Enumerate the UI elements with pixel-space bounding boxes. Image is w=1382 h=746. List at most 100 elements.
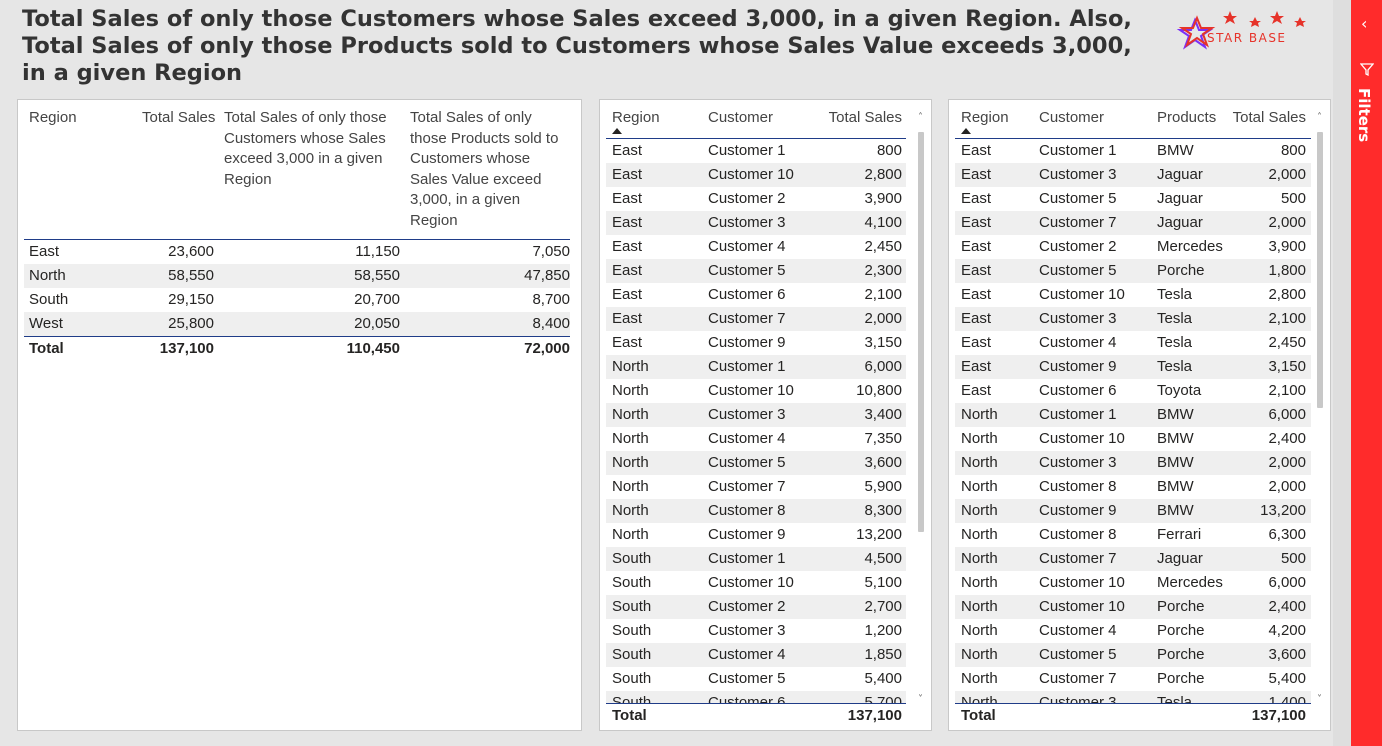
table-cell: Customer 6 bbox=[1039, 382, 1117, 399]
table-cell: 8,700 bbox=[532, 291, 570, 308]
total-cell: Total bbox=[612, 707, 647, 724]
total-cell: 110,450 bbox=[346, 340, 400, 357]
scroll-down-icon[interactable]: ˅ bbox=[1317, 694, 1322, 705]
table-cell: 2,000 bbox=[1268, 454, 1306, 471]
total-cell: Total bbox=[961, 707, 996, 724]
total-divider bbox=[606, 703, 906, 704]
table-cell: 5,100 bbox=[864, 574, 902, 591]
table-cell: East bbox=[961, 358, 992, 375]
table-cell: 2,000 bbox=[1268, 478, 1306, 495]
table-cell: North bbox=[612, 382, 649, 399]
table-cell: East bbox=[612, 142, 643, 159]
table-cell: North bbox=[961, 406, 998, 423]
table-cell: East bbox=[961, 190, 992, 207]
scroll-down-icon[interactable]: ˅ bbox=[918, 694, 923, 705]
table-cell: Customer 5 bbox=[1039, 646, 1117, 663]
table-cell: 58,550 bbox=[354, 267, 400, 284]
filters-label[interactable]: Filters bbox=[1355, 88, 1373, 142]
table-cell: 1,800 bbox=[1268, 262, 1306, 279]
scroll-up-icon[interactable]: ˄ bbox=[918, 112, 923, 123]
table-cell: Customer 10 bbox=[1039, 598, 1125, 615]
column-header[interactable]: Region bbox=[612, 108, 692, 128]
table-cell: 58,550 bbox=[168, 267, 214, 284]
svg-text:STAR BASE: STAR BASE bbox=[1207, 31, 1287, 45]
table-cell: 800 bbox=[876, 142, 902, 159]
product-sales-table[interactable]: Region Customer Products Total Sales East Cus… bbox=[948, 99, 1331, 731]
table-cell: 5,900 bbox=[864, 478, 902, 495]
table-cell: 4,500 bbox=[864, 550, 902, 567]
scrollbar-thumb[interactable] bbox=[1317, 132, 1323, 408]
table-cell: East bbox=[612, 238, 643, 255]
column-header[interactable]: Total Sales bbox=[1219, 108, 1306, 128]
table-cell: Customer 5 bbox=[1039, 262, 1117, 279]
column-header[interactable]: Total Sales of only those Products sold … bbox=[410, 108, 570, 231]
table-cell: 2,100 bbox=[1268, 310, 1306, 327]
table-cell: 2,400 bbox=[1268, 430, 1306, 447]
chevron-left-icon[interactable]: ‹ bbox=[1361, 14, 1367, 33]
table-cell: 5,700 bbox=[864, 694, 902, 703]
table-cell: Customer 3 bbox=[1039, 166, 1117, 183]
table-cell: East bbox=[961, 238, 992, 255]
column-header[interactable]: Total Sales of only those Customers whos… bbox=[224, 108, 400, 190]
total-cell: 137,100 bbox=[159, 340, 214, 357]
table-cell: 3,150 bbox=[1268, 358, 1306, 375]
table-cell: 2,800 bbox=[864, 166, 902, 183]
table-cell: Customer 1 bbox=[1039, 142, 1117, 159]
table-cell: 3,900 bbox=[864, 190, 902, 207]
page-title: Total Sales of only those Customers whos… bbox=[22, 6, 1132, 86]
table-cell: North bbox=[29, 267, 66, 284]
table-cell: 29,150 bbox=[168, 291, 214, 308]
column-header[interactable]: Region bbox=[29, 108, 129, 128]
summary-table[interactable]: Region Total Sales Total Sales of only tho… bbox=[17, 99, 582, 731]
table-cell: 20,050 bbox=[354, 315, 400, 332]
table-cell: South bbox=[612, 550, 652, 567]
column-header[interactable]: Customer bbox=[1039, 108, 1149, 128]
table-cell: East bbox=[612, 262, 643, 279]
table-cell: East bbox=[612, 190, 643, 207]
table-cell: North bbox=[961, 598, 998, 615]
total-divider bbox=[24, 336, 570, 337]
total-cell: 137,100 bbox=[1251, 707, 1306, 724]
star-base-logo: STAR BASE bbox=[1175, 8, 1315, 58]
table-cell: North bbox=[612, 406, 649, 423]
table-cell: 47,850 bbox=[524, 267, 570, 284]
table-cell: South bbox=[612, 646, 652, 663]
column-header[interactable]: Total Sales bbox=[800, 108, 902, 128]
page-scroll-gutter bbox=[1333, 0, 1351, 746]
table-cell: South bbox=[612, 598, 652, 615]
scroll-up-icon[interactable]: ˄ bbox=[1317, 112, 1322, 123]
table-cell: Customer 7 bbox=[1039, 550, 1117, 567]
scrollbar-thumb[interactable] bbox=[918, 132, 924, 532]
table-cell: West bbox=[29, 315, 63, 332]
table-cell: North bbox=[961, 502, 998, 519]
sort-ascending-icon[interactable] bbox=[961, 128, 971, 134]
table-cell: North bbox=[612, 502, 649, 519]
table-cell: East bbox=[612, 310, 643, 327]
table-cell: North bbox=[961, 694, 998, 703]
table-cell: Customer 3 bbox=[1039, 454, 1117, 471]
sort-ascending-icon[interactable] bbox=[612, 128, 622, 134]
table-cell: Customer 10 bbox=[1039, 430, 1125, 447]
table-cell: 7,050 bbox=[532, 243, 570, 260]
table-cell: North bbox=[961, 454, 998, 471]
total-cell: 137,100 bbox=[847, 707, 902, 724]
table-cell: Customer 10 bbox=[1039, 286, 1125, 303]
table-cell: East bbox=[961, 382, 992, 399]
table-cell: 8,300 bbox=[864, 502, 902, 519]
table-cell: Customer 3 bbox=[1039, 694, 1117, 703]
table-cell: Customer 4 bbox=[1039, 334, 1117, 351]
table-cell: 3,900 bbox=[1268, 238, 1306, 255]
table-cell: North bbox=[612, 430, 649, 447]
table-cell: East bbox=[961, 262, 992, 279]
table-cell: North bbox=[961, 526, 998, 543]
filters-pane[interactable]: ‹ Filters bbox=[1351, 0, 1382, 746]
column-header[interactable]: Total Sales bbox=[142, 108, 222, 128]
total-cell: Total bbox=[29, 340, 64, 357]
customer-sales-table[interactable]: Region Customer Total Sales East Customer 18… bbox=[599, 99, 932, 731]
table-body: East Customer 1 800 East Customer 10 2,800 Eas… bbox=[600, 139, 920, 703]
table-cell: 2,300 bbox=[864, 262, 902, 279]
table-cell: East bbox=[961, 334, 992, 351]
column-header[interactable]: Region bbox=[961, 108, 1041, 128]
table-cell: 800 bbox=[1280, 142, 1306, 159]
table-cell: East bbox=[961, 142, 992, 159]
